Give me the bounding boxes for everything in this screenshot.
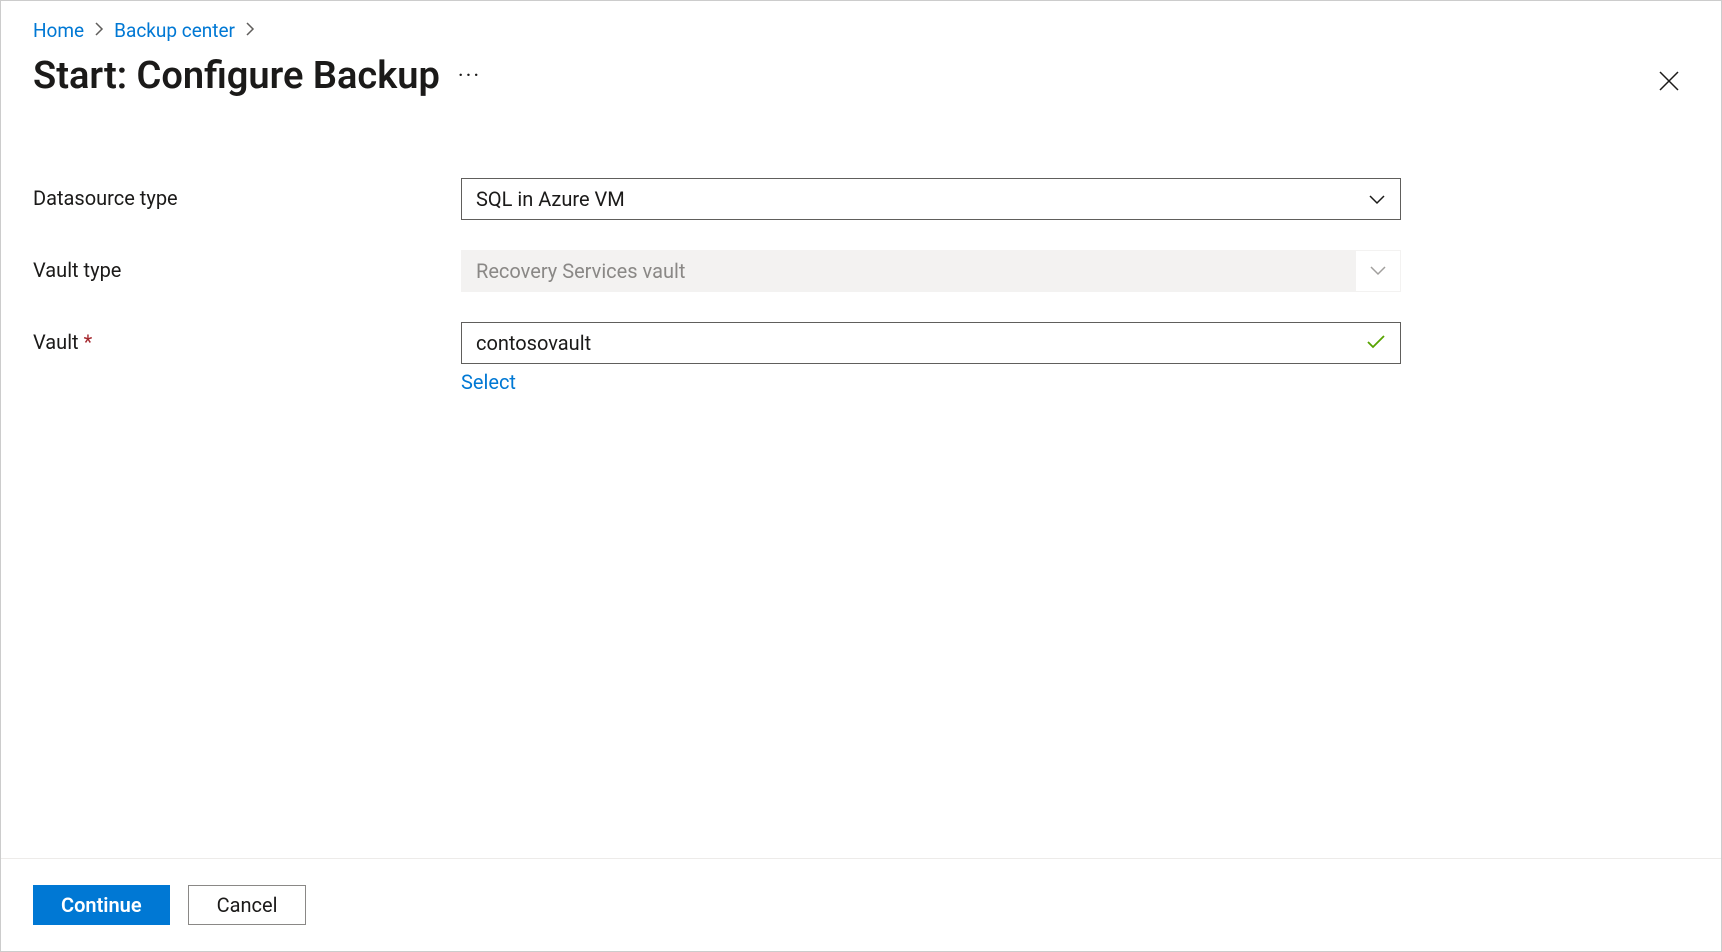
chevron-right-icon (94, 21, 104, 40)
page-title: Start: Configure Backup (33, 54, 440, 98)
chevron-right-icon (245, 21, 255, 40)
breadcrumb: Home Backup center (33, 19, 1689, 42)
datasource-type-value: SQL in Azure VM (476, 187, 625, 211)
form-area: Datasource type SQL in Azure VM Vault ty… (33, 178, 1689, 394)
check-icon (1366, 331, 1386, 355)
vault-type-label: Vault type (33, 250, 461, 282)
chevron-down-icon (1356, 251, 1400, 291)
footer: Continue Cancel (1, 858, 1721, 951)
page-content: Home Backup center Start: Configure Back… (1, 1, 1721, 858)
chevron-down-icon (1368, 187, 1386, 211)
title-row: Start: Configure Backup ··· (33, 54, 1689, 98)
more-icon[interactable]: ··· (458, 64, 481, 89)
form-row-datasource-type: Datasource type SQL in Azure VM (33, 178, 1689, 220)
continue-button[interactable]: Continue (33, 885, 170, 925)
required-marker: * (84, 330, 93, 354)
vault-label-text: Vault (33, 330, 79, 354)
vault-value: contosovault (476, 331, 591, 355)
breadcrumb-backup-center[interactable]: Backup center (114, 19, 235, 42)
vault-type-value: Recovery Services vault (476, 259, 685, 283)
vault-type-select: Recovery Services vault (461, 250, 1401, 292)
vault-select-link[interactable]: Select (461, 370, 516, 394)
form-row-vault-type: Vault type Recovery Services vault (33, 250, 1689, 292)
form-row-vault: Vault * contosovault Select (33, 322, 1689, 394)
datasource-type-label: Datasource type (33, 178, 461, 210)
vault-label: Vault * (33, 322, 461, 354)
vault-input[interactable]: contosovault (461, 322, 1401, 364)
cancel-button[interactable]: Cancel (188, 885, 307, 925)
breadcrumb-home[interactable]: Home (33, 19, 84, 42)
close-icon[interactable] (1657, 69, 1681, 98)
datasource-type-select[interactable]: SQL in Azure VM (461, 178, 1401, 220)
